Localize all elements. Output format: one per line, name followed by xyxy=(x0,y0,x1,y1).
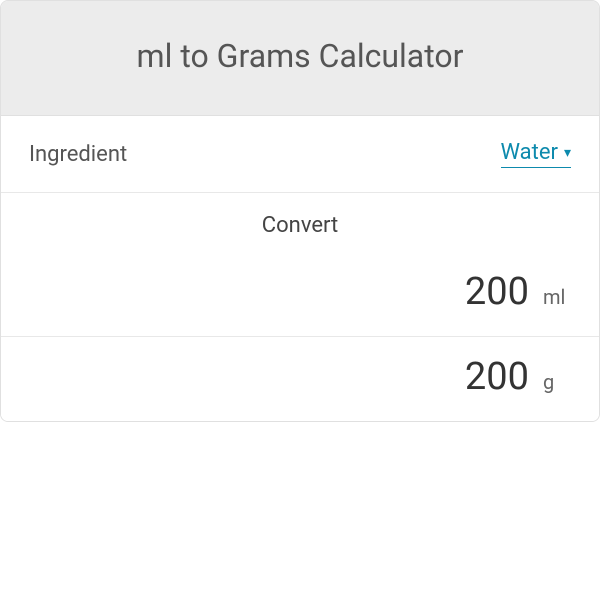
convert-label: Convert xyxy=(262,213,338,238)
chevron-down-icon: ▾ xyxy=(564,146,571,160)
calculator-widget: ml to Grams Calculator Ingredient Water … xyxy=(0,0,600,422)
page-title: ml to Grams Calculator xyxy=(21,37,579,75)
ingredient-selected: Water xyxy=(501,140,558,165)
ingredient-row: Ingredient Water ▾ xyxy=(1,116,599,193)
volume-unit: ml xyxy=(543,285,571,309)
ingredient-label: Ingredient xyxy=(29,142,127,167)
ingredient-dropdown[interactable]: Water ▾ xyxy=(501,140,571,168)
mass-value: 200 xyxy=(465,355,529,399)
volume-row[interactable]: 200 ml xyxy=(1,252,599,337)
volume-value: 200 xyxy=(465,270,529,314)
convert-section-header: Convert xyxy=(1,193,599,252)
mass-row[interactable]: 200 g xyxy=(1,337,599,421)
calculator-header: ml to Grams Calculator xyxy=(1,1,599,116)
mass-unit: g xyxy=(543,370,571,394)
